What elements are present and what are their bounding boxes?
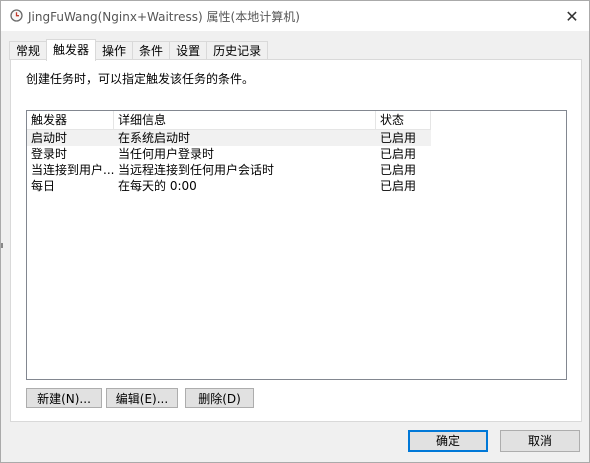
details-cell: 当远程连接到任何用户会话时 — [118, 163, 275, 177]
delete-button[interactable]: 删除(D) — [185, 388, 254, 408]
window-edge-mark — [1, 243, 3, 248]
table-row[interactable]: 每日 在每天的 0:00 已启用 — [27, 178, 566, 194]
status-cell: 已启用 — [380, 147, 417, 161]
ok-button[interactable]: 确定 — [408, 430, 488, 452]
table-row[interactable]: 启动时 在系统启动时 已启用 — [27, 130, 566, 146]
trigger-cell: 当连接到用户... — [31, 163, 114, 177]
panel-description: 创建任务时，可以指定触发该任务的条件。 — [26, 72, 255, 86]
new-button[interactable]: 新建(N)... — [26, 388, 102, 408]
list-body: 启动时 在系统启动时 已启用 登录时 当任何用户登录时 已启用 当连接到用户..… — [27, 130, 566, 194]
cancel-button[interactable]: 取消 — [500, 430, 580, 452]
details-cell: 当任何用户登录时 — [118, 147, 215, 161]
properties-dialog: JingFuWang(Nginx+Waitress) 属性(本地计算机) ✕ 常… — [0, 0, 590, 463]
table-row[interactable]: 当连接到用户... 当远程连接到任何用户会话时 已启用 — [27, 162, 566, 178]
window-title: JingFuWang(Nginx+Waitress) 属性(本地计算机) — [28, 10, 300, 24]
tab-general[interactable]: 常规 — [9, 41, 48, 60]
trigger-cell: 启动时 — [27, 130, 114, 146]
close-icon: ✕ — [565, 6, 579, 26]
status-cell: 已启用 — [376, 130, 431, 146]
details-cell: 在系统启动时 — [114, 130, 376, 146]
column-header-details[interactable]: 详细信息 — [114, 111, 376, 129]
trigger-cell: 登录时 — [31, 147, 68, 161]
triggers-panel: 创建任务时，可以指定触发该任务的条件。 触发器 详细信息 状态 启动时 在系统启… — [10, 59, 582, 422]
trigger-cell: 每日 — [31, 179, 56, 193]
triggers-list[interactable]: 触发器 详细信息 状态 启动时 在系统启动时 已启用 登录时 当任何用户登录时 … — [26, 110, 567, 380]
status-cell: 已启用 — [380, 179, 417, 193]
edit-button[interactable]: 编辑(E)... — [106, 388, 178, 408]
list-header: 触发器 详细信息 状态 — [27, 111, 431, 130]
tab-strip: 常规 触发器 操作 条件 设置 历史记录 — [9, 39, 269, 61]
tab-conditions[interactable]: 条件 — [132, 41, 171, 60]
table-row[interactable]: 登录时 当任何用户登录时 已启用 — [27, 146, 566, 162]
details-cell: 在每天的 0:00 — [118, 179, 197, 193]
tab-actions[interactable]: 操作 — [95, 41, 134, 60]
title-bar[interactable]: JingFuWang(Nginx+Waitress) 属性(本地计算机) ✕ — [1, 1, 589, 31]
tab-history[interactable]: 历史记录 — [206, 41, 269, 60]
tab-settings[interactable]: 设置 — [169, 41, 208, 60]
tab-triggers[interactable]: 触发器 — [46, 39, 97, 61]
column-header-status[interactable]: 状态 — [376, 111, 431, 129]
close-button[interactable]: ✕ — [555, 1, 589, 31]
clock-icon — [10, 9, 23, 22]
column-header-trigger[interactable]: 触发器 — [27, 111, 114, 129]
status-cell: 已启用 — [380, 163, 417, 177]
